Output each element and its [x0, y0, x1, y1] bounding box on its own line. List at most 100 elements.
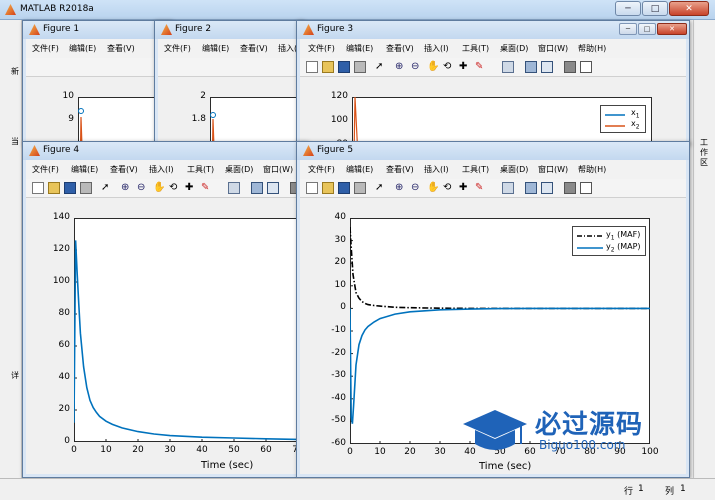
legend-icon[interactable]: [541, 182, 553, 194]
zoom-in-icon[interactable]: ⊕: [121, 182, 133, 194]
data-cursor-icon[interactable]: ✚: [185, 182, 197, 194]
open-file-icon[interactable]: [48, 182, 60, 194]
menu-file[interactable]: 文件(F): [164, 43, 191, 54]
menu-window[interactable]: 窗口(W): [263, 164, 293, 175]
brush-icon[interactable]: ✎: [475, 182, 487, 194]
menu-tools[interactable]: 工具(T): [187, 164, 214, 175]
show-plot-tools-icon[interactable]: [580, 182, 592, 194]
data-cursor-icon[interactable]: ✚: [459, 182, 471, 194]
menu-view[interactable]: 查看(V): [240, 43, 268, 54]
data-marker: [210, 112, 216, 118]
menu-file[interactable]: 文件(F): [308, 164, 335, 175]
print-icon[interactable]: [354, 61, 366, 73]
menu-edit[interactable]: 编辑(E): [202, 43, 229, 54]
menu-desktop[interactable]: 桌面(D): [500, 164, 528, 175]
figure-4-titlebar[interactable]: Figure 4: [23, 142, 307, 160]
save-icon[interactable]: [64, 182, 76, 194]
menu-view[interactable]: 查看(V): [107, 43, 135, 54]
maximize-button[interactable]: □: [638, 23, 656, 35]
left-tab-details[interactable]: 详: [11, 370, 19, 381]
brush-icon[interactable]: ✎: [475, 61, 487, 73]
link-plot-icon[interactable]: [502, 182, 514, 194]
legend-swatches: [605, 114, 625, 127]
legend-icon[interactable]: [267, 182, 279, 194]
open-file-icon[interactable]: [322, 182, 334, 194]
rotate-icon[interactable]: ⟲: [169, 182, 181, 194]
new-figure-icon[interactable]: [306, 182, 318, 194]
legend[interactable]: x1 x2: [600, 105, 646, 133]
menu-insert[interactable]: 插入(I): [424, 164, 449, 175]
rotate-icon[interactable]: ⟲: [443, 61, 455, 73]
show-plot-tools-icon[interactable]: [580, 61, 592, 73]
menu-view[interactable]: 查看(V): [110, 164, 138, 175]
new-figure-icon[interactable]: [32, 182, 44, 194]
zoom-in-icon[interactable]: ⊕: [395, 61, 407, 73]
menu-window[interactable]: 窗口(W): [538, 164, 568, 175]
figure-4-window: Figure 4 文件(F) 编辑(E) 查看(V) 插入(I) 工具(T) 桌…: [22, 141, 314, 478]
zoom-out-icon[interactable]: ⊖: [411, 182, 423, 194]
menu-view[interactable]: 查看(V): [386, 164, 414, 175]
print-icon[interactable]: [354, 182, 366, 194]
data-cursor-icon[interactable]: ✚: [459, 61, 471, 73]
legend-icon[interactable]: [541, 61, 553, 73]
x-tick-label: 40: [196, 445, 208, 455]
workspace-tab[interactable]: 工作区: [700, 138, 710, 168]
colorbar-icon[interactable]: [525, 182, 537, 194]
maximize-button[interactable]: □: [642, 1, 668, 16]
pan-icon[interactable]: ✋: [427, 61, 439, 73]
pointer-icon[interactable]: ➚: [101, 182, 113, 194]
hide-plot-tools-icon[interactable]: [564, 61, 576, 73]
brush-icon[interactable]: ✎: [201, 182, 213, 194]
rotate-icon[interactable]: ⟲: [443, 182, 455, 194]
new-figure-icon[interactable]: [306, 61, 318, 73]
menu-edit[interactable]: 编辑(E): [69, 43, 96, 54]
left-tab-new[interactable]: 新: [11, 66, 19, 77]
save-icon[interactable]: [338, 182, 350, 194]
colorbar-icon[interactable]: [525, 61, 537, 73]
menu-edit[interactable]: 编辑(E): [346, 164, 373, 175]
print-icon[interactable]: [80, 182, 92, 194]
link-plot-icon[interactable]: [502, 61, 514, 73]
close-button[interactable]: ✕: [657, 23, 687, 35]
link-plot-icon[interactable]: [228, 182, 240, 194]
zoom-in-icon[interactable]: ⊕: [395, 182, 407, 194]
menu-file[interactable]: 文件(F): [32, 164, 59, 175]
figure-2-titlebar[interactable]: Figure 2: [155, 21, 303, 39]
figure-5-titlebar[interactable]: Figure 5: [297, 142, 689, 160]
figure-1-titlebar[interactable]: Figure 1: [23, 21, 171, 39]
save-icon[interactable]: [338, 61, 350, 73]
menu-insert[interactable]: 插入(I): [424, 43, 449, 54]
menu-file[interactable]: 文件(F): [32, 43, 59, 54]
menu-tools[interactable]: 工具(T): [462, 43, 489, 54]
row-value: 1: [638, 484, 644, 494]
left-tab-current[interactable]: 当: [11, 136, 19, 147]
menu-tools[interactable]: 工具(T): [462, 164, 489, 175]
zoom-out-icon[interactable]: ⊖: [137, 182, 149, 194]
zoom-out-icon[interactable]: ⊖: [411, 61, 423, 73]
legend[interactable]: y1 (MAF) y2 (MAP): [572, 226, 646, 256]
pointer-icon[interactable]: ➚: [375, 182, 387, 194]
colorbar-icon[interactable]: [251, 182, 263, 194]
hide-plot-tools-icon[interactable]: [564, 182, 576, 194]
x-tick-label: 50: [228, 445, 240, 455]
menu-edit[interactable]: 编辑(E): [346, 43, 373, 54]
menu-view[interactable]: 查看(V): [386, 43, 414, 54]
minimize-button[interactable]: ─: [619, 23, 637, 35]
y-tick-label: 0: [340, 302, 346, 313]
pointer-icon[interactable]: ➚: [375, 61, 387, 73]
menu-help[interactable]: 帮助(H): [578, 43, 606, 54]
pan-icon[interactable]: ✋: [153, 182, 165, 194]
pan-icon[interactable]: ✋: [427, 182, 439, 194]
menu-desktop[interactable]: 桌面(D): [225, 164, 253, 175]
menu-window[interactable]: 窗口(W): [538, 43, 568, 54]
menu-desktop[interactable]: 桌面(D): [500, 43, 528, 54]
close-button[interactable]: ✕: [669, 1, 709, 16]
menu-edit[interactable]: 编辑(E): [71, 164, 98, 175]
minimize-button[interactable]: ─: [615, 1, 641, 16]
menu-insert[interactable]: 插入(I): [149, 164, 174, 175]
menu-help[interactable]: 帮助(H): [578, 164, 606, 175]
y-tick-label: 30: [334, 234, 346, 245]
figure-3-titlebar[interactable]: Figure 3 ─ □ ✕: [297, 21, 689, 39]
open-file-icon[interactable]: [322, 61, 334, 73]
menu-file[interactable]: 文件(F): [308, 43, 335, 54]
